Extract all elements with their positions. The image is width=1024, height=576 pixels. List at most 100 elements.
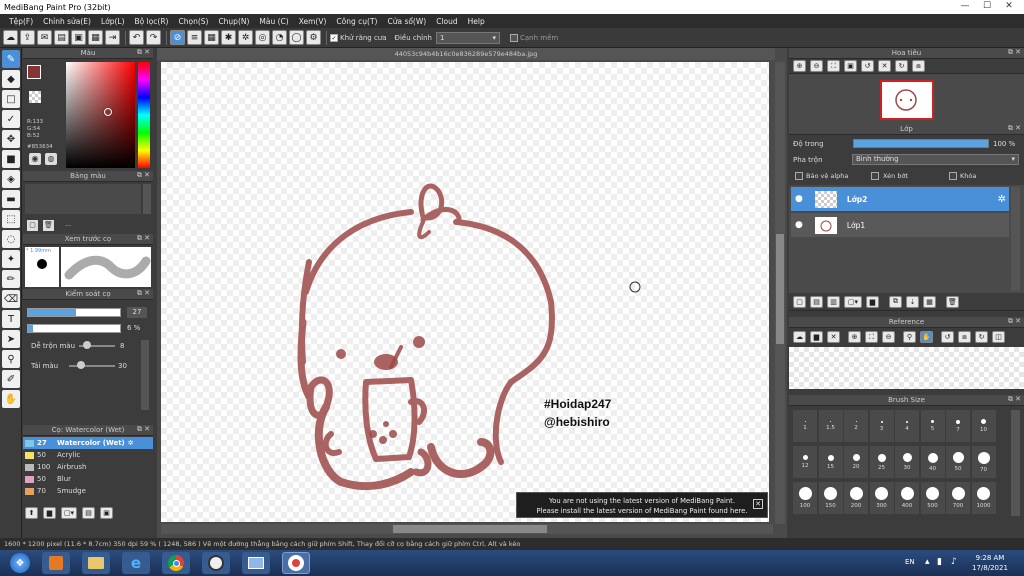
- delete-layer-icon[interactable]: 🗑: [946, 295, 959, 308]
- eye-icon[interactable]: ●: [795, 194, 803, 204]
- rotate-left-icon[interactable]: ↺: [861, 60, 874, 72]
- drawing-canvas[interactable]: #Hoidap247 @hebishiro: [161, 62, 769, 522]
- pen-tool-icon[interactable]: ✐: [2, 370, 20, 388]
- gear-icon[interactable]: ✲: [128, 439, 134, 447]
- menu-window[interactable]: Cửa sổ(W): [382, 17, 431, 26]
- cross-snap-icon[interactable]: ✲: [238, 30, 253, 45]
- add-layer-dropdown-icon[interactable]: ▢▾: [844, 295, 862, 308]
- vertical-scrollbar[interactable]: [775, 62, 785, 524]
- brush-size-cell[interactable]: 700: [946, 482, 970, 514]
- app-circle-icon[interactable]: [202, 552, 230, 574]
- zoom-in-icon[interactable]: ⊕: [848, 331, 861, 343]
- redo-icon[interactable]: ↷: [146, 30, 161, 45]
- update-line-2[interactable]: Please install the latest version of Med…: [517, 506, 767, 516]
- adjust-select[interactable]: 1 ▾: [436, 31, 500, 44]
- reload-slider[interactable]: [69, 365, 115, 367]
- add-brush-icon[interactable]: ⬆: [25, 507, 38, 519]
- menu-snap[interactable]: Chụp(N): [213, 17, 254, 26]
- select-pen-icon[interactable]: ✏: [2, 270, 20, 288]
- menu-select[interactable]: Chọn(S): [173, 17, 213, 26]
- menu-color[interactable]: Màu (C): [254, 17, 293, 26]
- medibang-paint-icon[interactable]: [282, 552, 310, 574]
- brush-list-item[interactable]: 27 Watercolor (Wet) ✲: [23, 437, 153, 449]
- save-icon[interactable]: ▣: [71, 30, 86, 45]
- eyedropper-icon[interactable]: ⚲: [2, 350, 20, 368]
- eye-icon[interactable]: ●: [795, 220, 803, 230]
- fit-window-icon[interactable]: ⛶: [827, 60, 840, 72]
- soft-edge-checkbox[interactable]: [510, 33, 518, 42]
- magic-wand-icon[interactable]: ✦: [2, 250, 20, 268]
- grid-snap-icon[interactable]: ▦: [204, 30, 219, 45]
- zoom-out-icon[interactable]: ⊖: [882, 331, 895, 343]
- menu-view[interactable]: Xem(V): [294, 17, 332, 26]
- brush-size-scrollbar[interactable]: [1011, 410, 1020, 516]
- reload-slider-handle[interactable]: [77, 361, 85, 369]
- new-color-layer-icon[interactable]: ▤: [810, 295, 823, 308]
- close-notification-icon[interactable]: ✕: [753, 499, 763, 509]
- tray-arrow-icon[interactable]: ▴: [925, 557, 930, 567]
- brush-list-item[interactable]: 50 Acrylic: [23, 449, 153, 461]
- language-indicator[interactable]: EN: [905, 558, 915, 566]
- brush-size-cell[interactable]: 200: [844, 482, 868, 514]
- brush-size-cell[interactable]: 1: [793, 410, 817, 442]
- brush-list-item[interactable]: 50 Blur: [23, 473, 153, 485]
- update-notification[interactable]: You are not using the latest version of …: [516, 492, 768, 518]
- panel-close-icon[interactable]: ⧉ ✕: [1008, 317, 1021, 326]
- horizontal-scrollbar[interactable]: [161, 524, 773, 534]
- saturation-value-picker[interactable]: [66, 62, 135, 168]
- hand-icon[interactable]: ✋: [920, 331, 933, 343]
- brush-size-cell[interactable]: 150: [818, 482, 843, 514]
- gradient-tool-icon[interactable]: ▬: [2, 190, 20, 208]
- menu-tools[interactable]: Công cụ(T): [331, 17, 382, 26]
- radial-snap-icon[interactable]: ✱: [221, 30, 236, 45]
- reset-view-icon[interactable]: ◫: [992, 331, 1005, 343]
- brush-list-item[interactable]: 100 Airbrush: [23, 461, 153, 473]
- brush-tool-icon[interactable]: ✎: [2, 50, 20, 68]
- protect-alpha-checkbox[interactable]: [795, 172, 803, 180]
- navigator-viewport[interactable]: [880, 80, 934, 120]
- eyedropper-icon[interactable]: ⚲: [903, 331, 916, 343]
- network-icon[interactable]: ▮: [937, 557, 942, 567]
- brush-size-cell[interactable]: 5: [920, 410, 945, 442]
- brush-size-cell[interactable]: 4: [895, 410, 919, 442]
- new-brush-icon[interactable]: ▢▾: [61, 507, 77, 519]
- maximize-button[interactable]: ☐: [976, 0, 998, 12]
- select-eraser-icon[interactable]: ⌫: [2, 290, 20, 308]
- mirror-icon[interactable]: ⧈: [912, 60, 925, 72]
- foreground-color-swatch[interactable]: [27, 65, 41, 79]
- comment-icon[interactable]: ✉: [37, 30, 52, 45]
- brush-size-cell[interactable]: 3: [869, 410, 894, 442]
- chrome-icon[interactable]: [162, 552, 190, 574]
- brush-size-cell[interactable]: 7: [946, 410, 970, 442]
- panel-close-icon[interactable]: ⧉ ✕: [137, 234, 150, 243]
- reference-canvas[interactable]: [789, 347, 1024, 389]
- volume-icon[interactable]: ♪: [951, 557, 957, 567]
- panel-close-icon[interactable]: ⧉ ✕: [1008, 124, 1021, 133]
- new-halftone-layer-icon[interactable]: ▥: [827, 295, 840, 308]
- layer-settings-icon[interactable]: ▦: [923, 295, 936, 308]
- brush-size-cell[interactable]: 10: [971, 410, 996, 442]
- curve-snap-icon[interactable]: ◔: [272, 30, 287, 45]
- new-file-icon[interactable]: ▤: [54, 30, 69, 45]
- brush-size-value[interactable]: 27: [127, 307, 147, 318]
- panel-close-icon[interactable]: ⧉ ✕: [137, 289, 150, 298]
- select-tool-icon[interactable]: ✓: [2, 110, 20, 128]
- export-icon[interactable]: ⇥: [105, 30, 120, 45]
- brush-opacity-slider[interactable]: [27, 324, 121, 333]
- menu-help[interactable]: Help: [463, 17, 490, 26]
- operation-tool-icon[interactable]: ➤: [2, 330, 20, 348]
- brush-size-cell[interactable]: 2: [844, 410, 868, 442]
- menu-layer[interactable]: Lớp(L): [96, 17, 130, 26]
- internet-explorer-icon[interactable]: e: [122, 552, 150, 574]
- brush-size-cell[interactable]: 400: [895, 482, 919, 514]
- no-snap-icon[interactable]: ⊘: [170, 30, 185, 45]
- flip-icon[interactable]: ✕: [878, 60, 891, 72]
- zoom-in-icon[interactable]: ⊕: [793, 60, 806, 72]
- close-icon[interactable]: ✕: [827, 331, 840, 343]
- brush-size-cell[interactable]: 500: [920, 482, 945, 514]
- antialias-checkbox[interactable]: ✓: [330, 33, 338, 42]
- circle-snap-icon[interactable]: ◎: [255, 30, 270, 45]
- marquee-tool-icon[interactable]: ⬚: [2, 210, 20, 228]
- brush-control-scrollbar[interactable]: [141, 340, 149, 410]
- settings-snap-icon[interactable]: ⚙: [306, 30, 321, 45]
